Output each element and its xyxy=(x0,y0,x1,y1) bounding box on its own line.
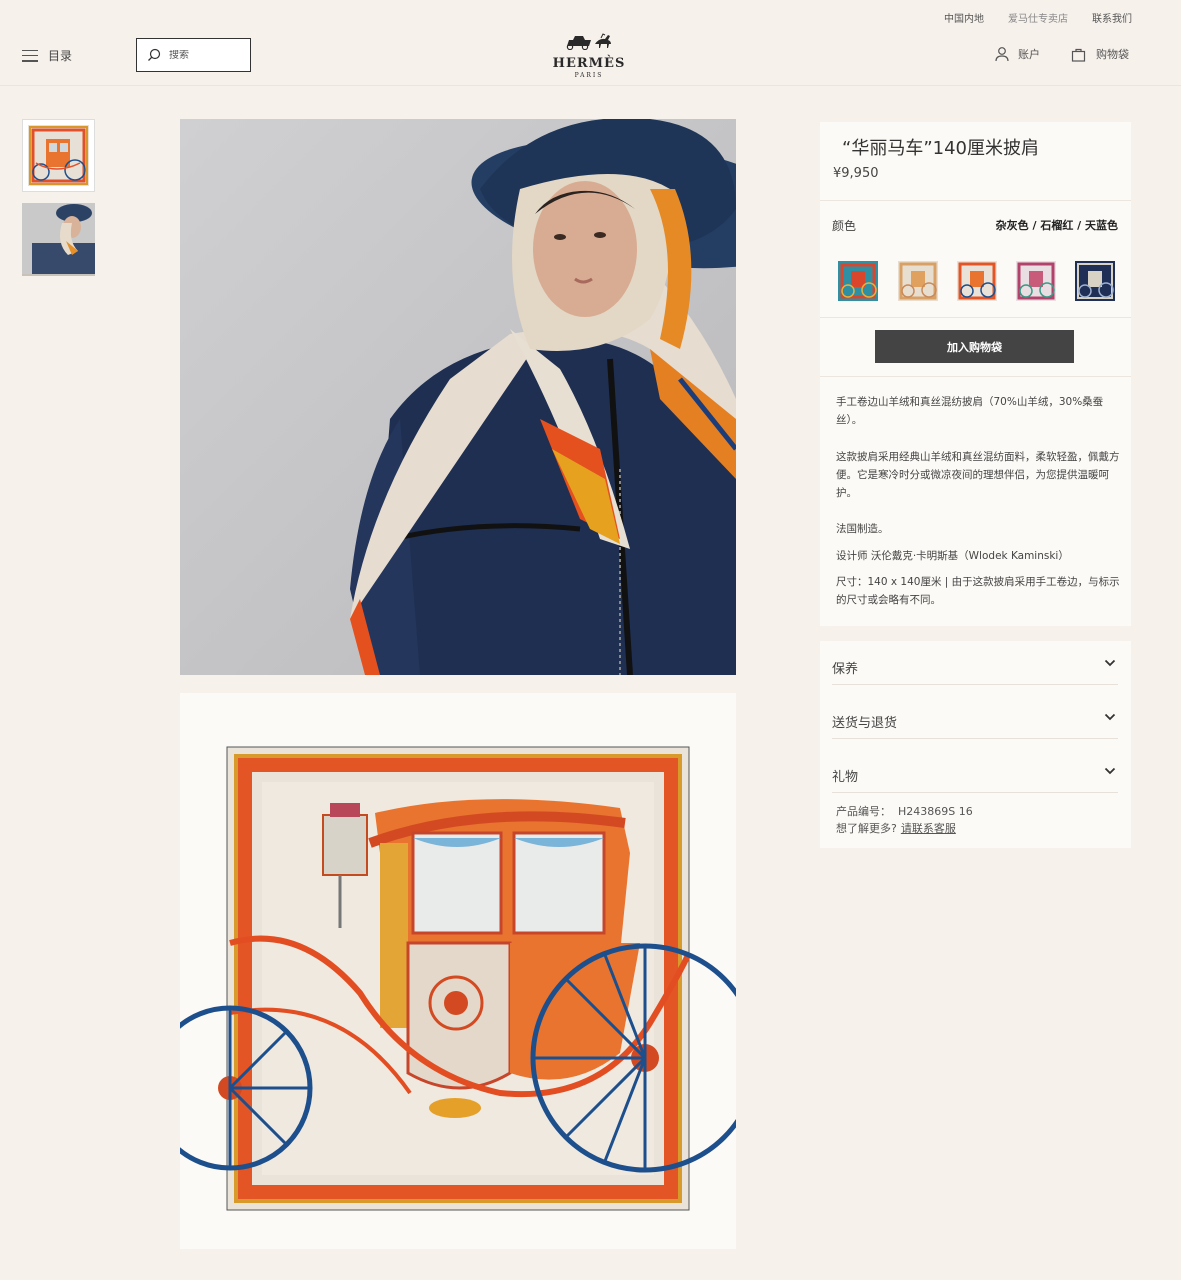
product-title: “华丽马车”140厘米披肩 xyxy=(842,138,1040,159)
product-origin: 法国制造。 xyxy=(836,523,889,535)
product-designer: 设计师 沃伦戴克·卡明斯基（Wlodek Kaminski） xyxy=(836,550,1069,562)
hermes-logo[interactable]: HERMÈS PARIS xyxy=(548,32,630,79)
product-sku: 产品编号： H243869S 16 xyxy=(836,803,973,819)
color-label: 颜色 xyxy=(832,219,857,233)
menu-label: 目录 xyxy=(48,49,73,63)
utility-links: 中国内地 爱马仕专卖店 联系我们 xyxy=(944,10,1132,25)
model-thumbnail-image xyxy=(22,203,95,274)
accordion-gift-label: 礼物 xyxy=(832,770,859,785)
color-swatch-3-selected[interactable] xyxy=(957,261,997,301)
add-to-bag-button[interactable]: 加入购物袋 xyxy=(875,330,1074,363)
contact-row: 想了解更多? 请联系客服 xyxy=(836,820,956,836)
hermes-carriage-logo xyxy=(566,33,611,51)
accordion-care-label: 保养 xyxy=(832,662,859,677)
chevron-down-icon xyxy=(1104,713,1116,721)
product-price: ¥9,950 xyxy=(833,166,879,181)
logo-city: PARIS xyxy=(574,72,604,79)
accordion-shipping-label: 送货与退货 xyxy=(832,716,898,731)
bag-button[interactable]: 购物袋 xyxy=(1071,46,1129,62)
more-info-label: 想了解更多? xyxy=(836,822,897,835)
sku-label: 产品编号： xyxy=(836,805,891,818)
divider xyxy=(820,317,1131,318)
accordion-gift[interactable]: 礼物 xyxy=(832,763,1118,793)
account-label: 账户 xyxy=(1018,48,1040,61)
chevron-down-icon xyxy=(1104,659,1116,667)
bag-label: 购物袋 xyxy=(1096,48,1129,61)
user-icon xyxy=(995,47,1009,62)
product-size: 尺寸：140 x 140厘米 | 由于这款披肩采用手工卷边，与标示的尺寸或会略有… xyxy=(836,576,1120,606)
divider xyxy=(820,200,1131,201)
color-swatch-2[interactable] xyxy=(898,261,938,301)
search-icon xyxy=(148,48,161,61)
accordion-shipping-returns[interactable]: 送货与退货 xyxy=(832,709,1118,739)
chevron-down-icon xyxy=(1104,767,1116,775)
stores-link[interactable]: 爱马仕专卖店 xyxy=(1008,10,1068,25)
menu-button[interactable]: 目录 xyxy=(22,47,72,64)
color-swatch-5[interactable] xyxy=(1075,261,1115,301)
scarf-flat-photo xyxy=(147,693,760,1249)
color-swatch-1[interactable] xyxy=(838,261,878,301)
scarf-thumbnail-image xyxy=(28,125,89,186)
color-value: 杂灰色 / 石榴红 / 天蓝色 xyxy=(995,219,1118,232)
contact-service-link[interactable]: 请联系客服 xyxy=(901,822,956,835)
account-button[interactable]: 账户 xyxy=(994,46,1040,62)
color-swatch-4[interactable] xyxy=(1016,261,1056,301)
bag-icon xyxy=(1071,48,1086,62)
product-panel: “华丽马车”140厘米披肩 ¥9,950 颜色 杂灰色 / 石榴红 / 天蓝色 … xyxy=(820,122,1131,626)
product-description-body: 这款披肩采用经典山羊绒和真丝混纺面料，柔软轻盈，佩戴方便。它是寒冷时分或微凉夜间… xyxy=(836,451,1120,499)
contact-link[interactable]: 联系我们 xyxy=(1092,10,1132,25)
thumbnail-scarf[interactable] xyxy=(22,119,95,192)
sku-value: H243869S 16 xyxy=(898,805,973,818)
accordion-care[interactable]: 保养 xyxy=(832,655,1118,685)
product-description-material: 手工卷边山羊绒和真丝混纺披肩（70%山羊绒，30%桑蚕丝）。 xyxy=(836,396,1104,426)
thumbnail-model[interactable] xyxy=(22,203,95,276)
search-box[interactable] xyxy=(136,38,251,72)
region-link[interactable]: 中国内地 xyxy=(944,10,984,25)
divider xyxy=(820,376,1131,377)
search-input[interactable] xyxy=(169,49,239,61)
menu-icon xyxy=(22,49,38,62)
logo-wordmark: HERMÈS xyxy=(552,56,626,71)
model-photo xyxy=(180,119,736,675)
info-accordion-panel: 保养 送货与退货 礼物 产品编号： H243869S 16 想了解更多? 请联系客… xyxy=(820,641,1131,848)
